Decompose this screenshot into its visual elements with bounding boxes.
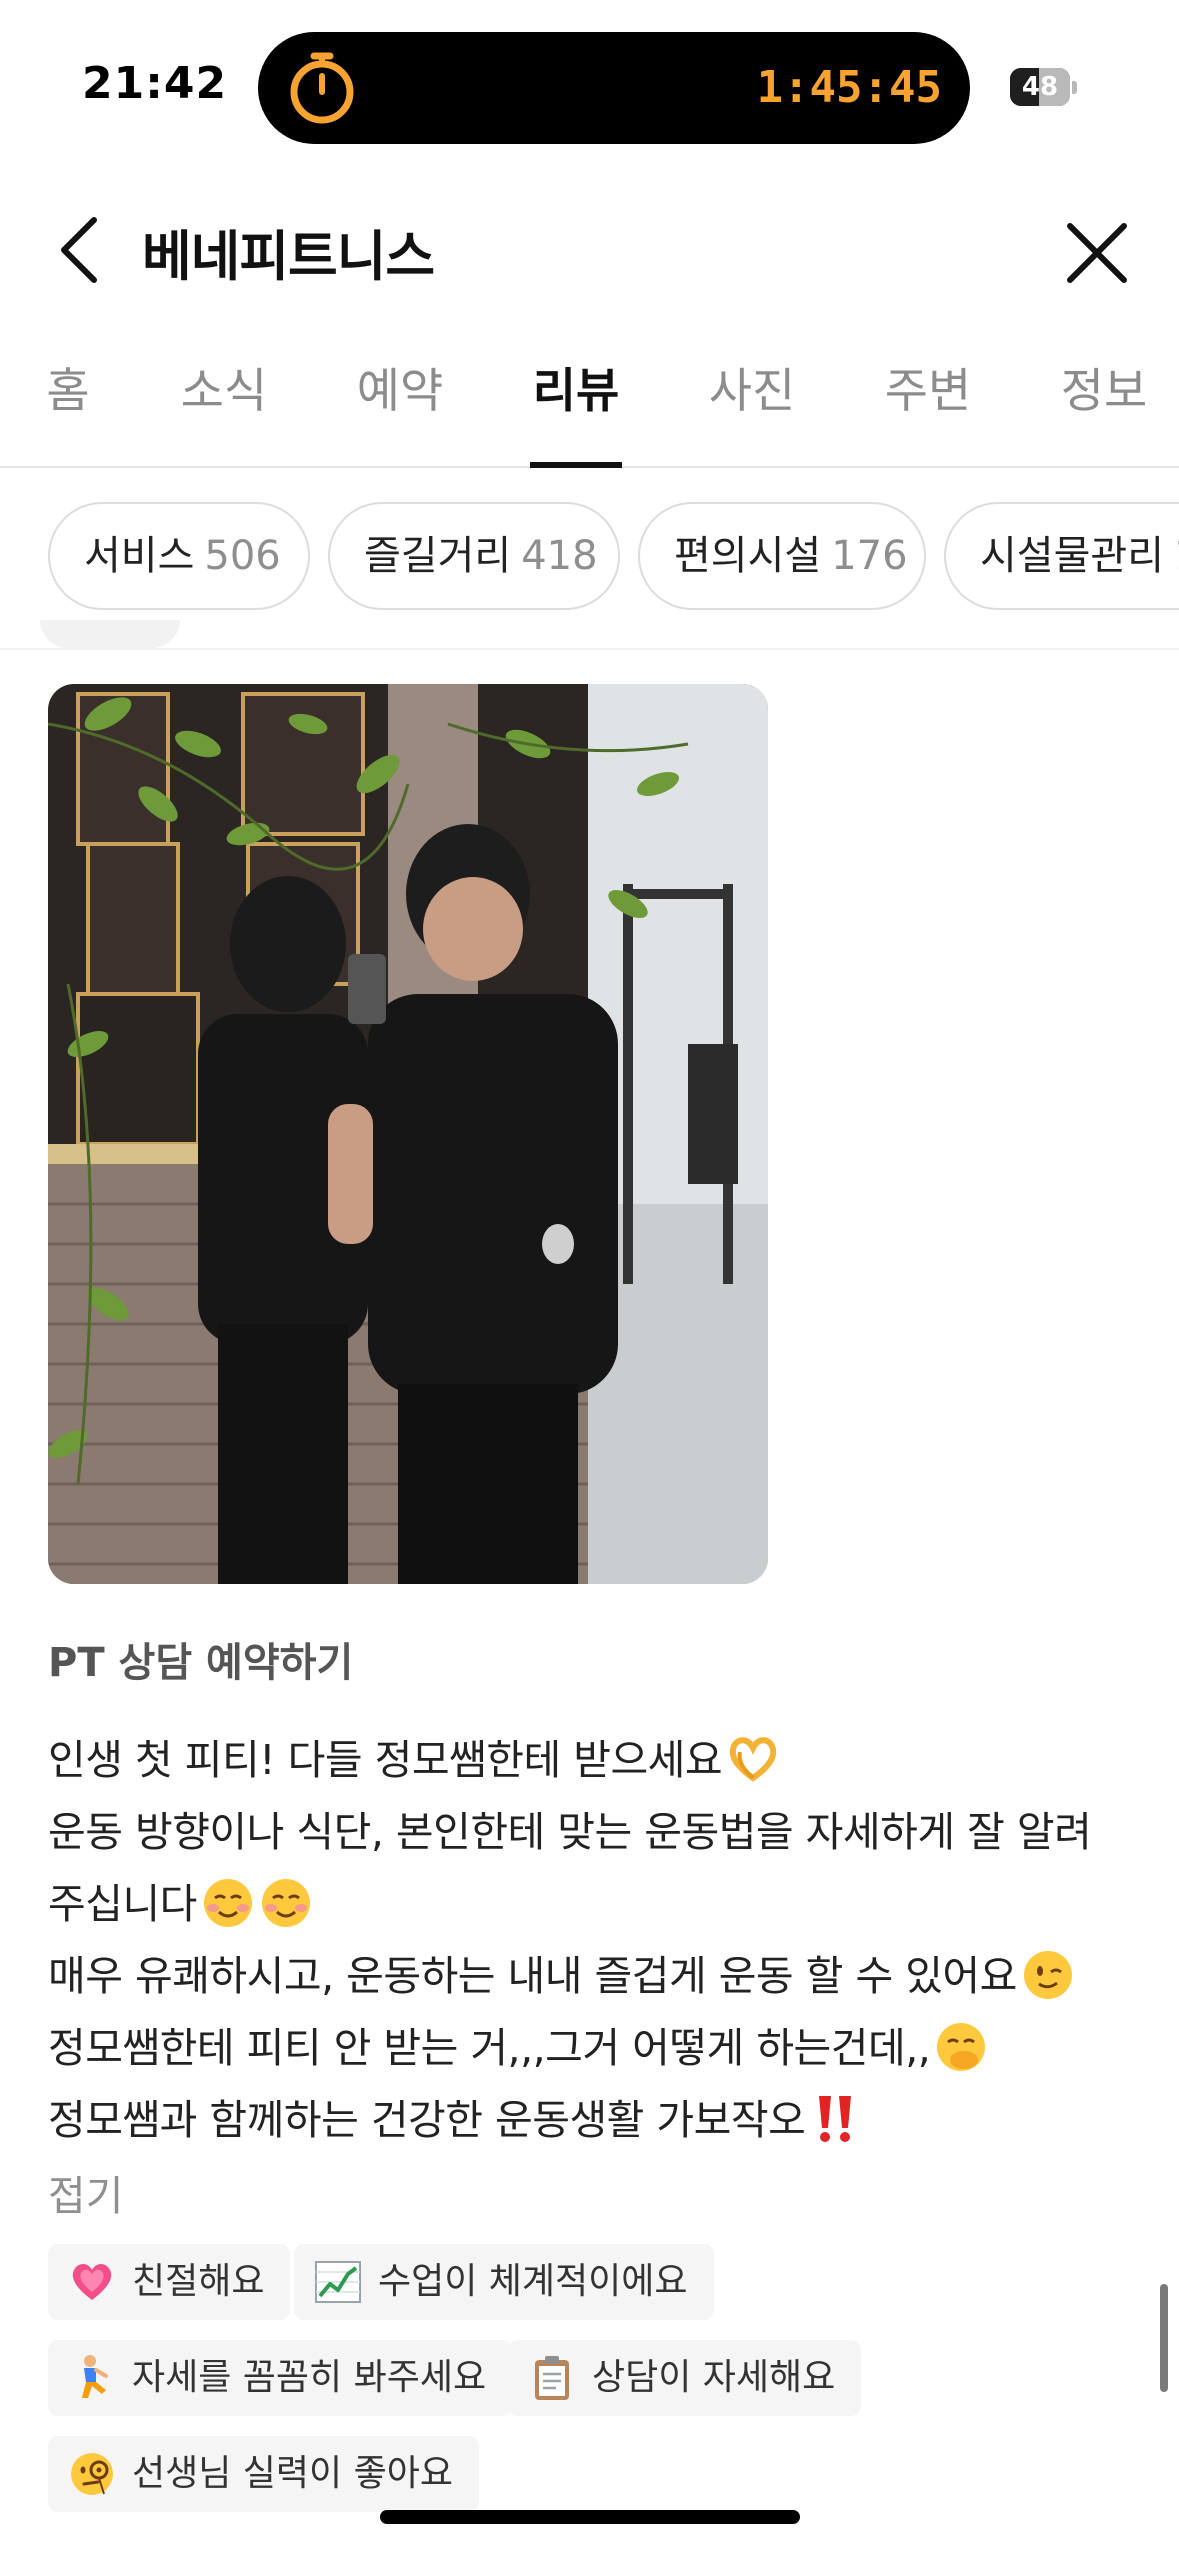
review-tag: 상담이 자세해요 — [508, 2340, 862, 2416]
tab-booking[interactable]: 예약 — [354, 360, 446, 466]
scrollbar[interactable] — [1160, 2284, 1168, 2392]
chevron-left-icon[interactable] — [52, 214, 112, 286]
tab-home[interactable]: 홈 — [44, 360, 92, 466]
face-with-monocle-icon — [71, 2453, 113, 2495]
clipboard-icon — [535, 2356, 569, 2400]
chart-increasing-icon — [315, 2261, 361, 2303]
smiling-face-icon — [203, 1879, 252, 1927]
page-title: 베네피트니스 — [142, 225, 435, 288]
filter-chip-facility-management[interactable]: 시설물관리1 — [944, 502, 1179, 610]
review-line: 정모쌤한테 피티 안 받는 거,,,그거 어떻게 하는건데,, — [48, 2012, 1138, 2084]
review-photo-image — [48, 684, 768, 1584]
review-photo[interactable] — [48, 684, 768, 1584]
home-indicator[interactable] — [380, 2510, 800, 2524]
filter-chip-entertainment[interactable]: 즐길거리 418 — [328, 502, 620, 610]
review-line: 인생 첫 피티! 다들 정모쌤한테 받으세요 — [48, 1724, 1138, 1796]
tab-info[interactable]: 정보 — [1058, 360, 1150, 466]
review-filter-chips: 서비스506 즐길거리418 편의시설176 시설물관리1 — [0, 502, 1179, 614]
status-time: 21:42 — [82, 58, 228, 109]
tab-nearby[interactable]: 주변 — [882, 360, 974, 466]
double-exclamation-icon — [819, 2096, 852, 2142]
hand-over-mouth-face-icon — [937, 2023, 986, 2071]
filter-chip-service[interactable]: 서비스 506 — [48, 502, 310, 610]
review-line: 매우 유쾌하시고, 운동하는 내내 즐겁게 운동 할 수 있어요 — [48, 1940, 1138, 2012]
timer-text: 1:45:45 — [756, 62, 942, 113]
review-title[interactable]: PT 상담 예약하기 — [48, 1630, 353, 1688]
review-tag: 선생님 실력이 좋아요 — [48, 2436, 479, 2512]
growing-heart-icon — [72, 2264, 112, 2300]
previous-item-edge — [40, 620, 180, 648]
winking-face-icon — [1023, 1951, 1072, 1999]
place-tabs: 홈 소식 예약 리뷰 사진 주변 정보 — [0, 360, 1179, 468]
tab-news[interactable]: 소식 — [178, 360, 270, 466]
place-review-screen: 21:42 1:45:45 48 베네피트니스 홈 소식 예약 리뷰 사진 주변 — [0, 0, 1179, 2556]
stopwatch-icon — [290, 52, 354, 124]
collapse-button[interactable]: 접기 — [48, 2162, 123, 2222]
battery-percent: 48 — [1021, 72, 1059, 102]
filter-chip-amenities[interactable]: 편의시설 176 — [638, 502, 926, 610]
divider — [0, 648, 1179, 650]
close-icon[interactable] — [1062, 218, 1132, 288]
heart-hands-icon — [730, 1737, 777, 1782]
person-kneeling-icon — [82, 2355, 108, 2398]
review-text: 인생 첫 피티! 다들 정모쌤한테 받으세요 운동 방향이나 식단, 본인한테 … — [48, 1724, 1138, 2156]
tab-photos[interactable]: 사진 — [706, 360, 798, 466]
review-tag: 친절해요 — [48, 2244, 291, 2320]
smiling-face-icon — [261, 1879, 310, 1927]
dynamic-island-timer[interactable]: 1:45:45 — [258, 32, 970, 144]
review-line: 운동 방향이나 식단, 본인한테 맞는 운동법을 자세하게 잘 알려 — [48, 1808, 1092, 1856]
tab-reviews[interactable]: 리뷰 — [530, 360, 622, 468]
review-tag: 자세를 꼼꼼히 봐주세요 — [48, 2340, 513, 2416]
review-tag: 수업이 체계적이에요 — [294, 2244, 714, 2320]
review-line: 정모쌤과 함께하는 건강한 운동생활 가보작오 — [48, 2084, 1138, 2156]
review-line: 주십니다 — [48, 1868, 1138, 1940]
battery-indicator: 48 — [1010, 68, 1078, 106]
